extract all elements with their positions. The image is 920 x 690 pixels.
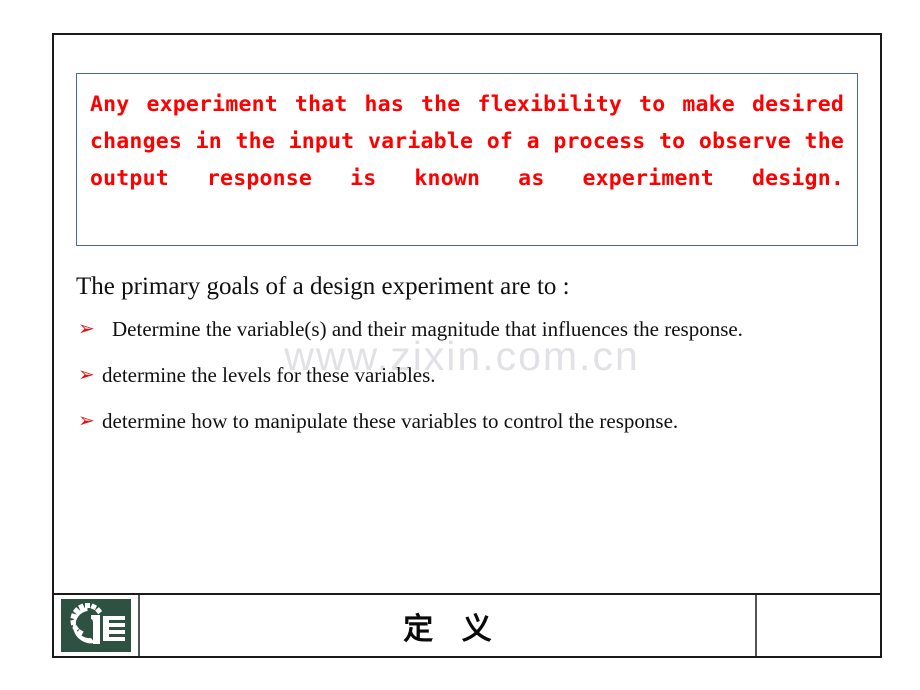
footer-title: 定 义: [403, 611, 501, 647]
list-item: ➢ determine how to manipulate these vari…: [76, 407, 866, 436]
arrow-bullet-icon: ➢: [78, 362, 95, 386]
list-item-text: determine how to manipulate these variab…: [102, 409, 679, 433]
definition-callout-box: Any experiment that has the flexibility …: [76, 73, 858, 246]
lead-paragraph: The primary goals of a design experiment…: [76, 273, 570, 300]
slide-body: Any experiment that has the flexibility …: [54, 35, 880, 593]
content-area: The primary goals of a design experiment…: [76, 271, 866, 453]
list-item: ➢ determine the levels for these variabl…: [76, 361, 866, 390]
arrow-bullet-icon: ➢: [78, 408, 95, 432]
arrow-bullet-icon: ➢: [78, 316, 95, 340]
list-item-text: determine the levels for these variables…: [102, 363, 436, 387]
footer-logo-cell: [54, 595, 140, 656]
footer-title-cell: 定 义: [140, 595, 757, 656]
slide-frame: Any experiment that has the flexibility …: [52, 33, 882, 658]
list-item: ➢ Determine the variable(s) and their ma…: [76, 315, 866, 344]
mechanical-engineering-gear-logo-icon: [61, 599, 131, 652]
footer-right-cell: [757, 595, 880, 656]
slide-footer: 定 义: [54, 593, 880, 656]
list-item-text: Determine the variable(s) and their magn…: [112, 317, 743, 341]
definition-text: Any experiment that has the flexibility …: [90, 92, 844, 191]
